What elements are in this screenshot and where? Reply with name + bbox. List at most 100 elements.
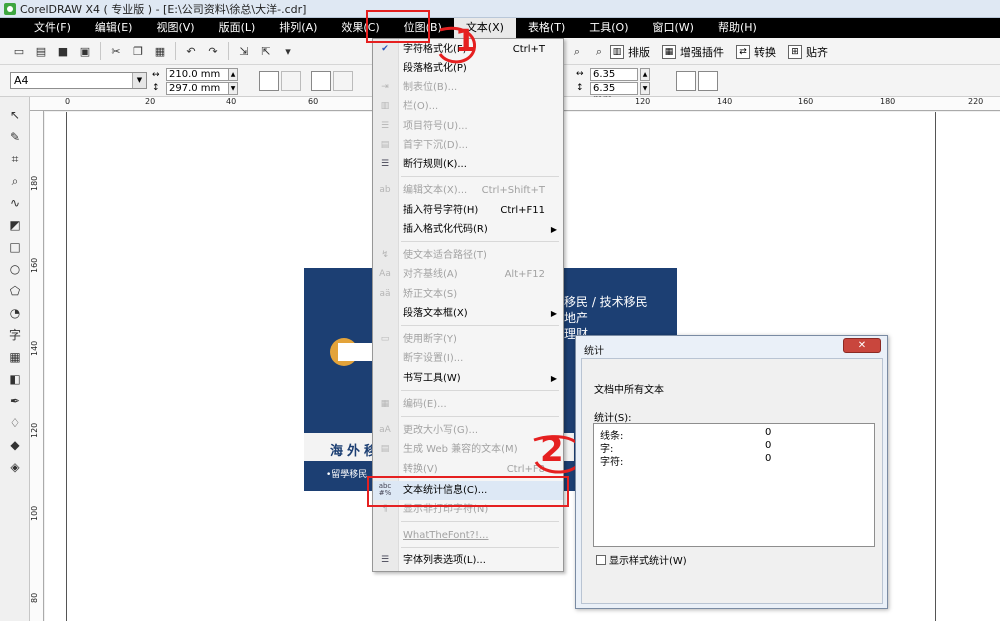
ruler-tick: 180 <box>880 97 896 106</box>
ruler-tick: 120 <box>635 97 651 106</box>
tab-icon: ⇥ <box>381 82 389 92</box>
redo-icon[interactable]: ↷ <box>205 43 221 59</box>
ellipse-tool-icon[interactable]: ○ <box>7 261 23 277</box>
statistics-label: 统计(S): <box>594 413 632 424</box>
duplicate-distance-y[interactable]: 6.35 mm <box>590 82 638 105</box>
menu-item-bullets[interactable]: ☰ 项目符号(U)... <box>373 117 563 136</box>
typesetting-icon: ▥ <box>610 44 624 59</box>
draw-objects-button[interactable] <box>698 71 718 91</box>
rectangle-tool-icon[interactable]: □ <box>7 239 23 255</box>
menu-item-font-list-options[interactable]: ☰ 字体列表选项(L)... <box>373 551 563 570</box>
menu-item-hyphenation-settings[interactable]: 断字设置(I)... <box>373 349 563 368</box>
eyedropper-icon[interactable]: ✒ <box>7 393 23 409</box>
menu-item-whatthefont[interactable]: WhatTheFont?!... <box>373 526 563 545</box>
export-icon[interactable]: ⇱ <box>258 43 274 59</box>
menu-table[interactable]: 表格(T) <box>516 18 577 38</box>
text-tool-icon[interactable]: 字 <box>7 327 23 343</box>
polygon-tool-icon[interactable]: ⬠ <box>7 283 23 299</box>
current-page-button[interactable] <box>333 71 353 91</box>
close-button[interactable]: ✕ <box>843 338 881 353</box>
crop-tool-icon[interactable]: ⌗ <box>7 151 23 167</box>
smart-fill-icon[interactable]: ◩ <box>7 217 23 233</box>
portrait-button[interactable] <box>259 71 279 91</box>
menu-item-straighten-text[interactable]: aä 矫正文本(S) <box>373 285 563 304</box>
new-document-icon[interactable]: ▭ <box>11 43 27 59</box>
convert-button[interactable]: ⇄ 转换 <box>736 44 776 60</box>
nudge-x-spinner[interactable]: ▲ <box>640 68 650 81</box>
ruler-tick: 180 <box>30 175 39 191</box>
copy-icon[interactable]: ❐ <box>130 43 146 59</box>
menu-item-use-hyphenation[interactable]: ▭ 使用断字(Y) <box>373 330 563 349</box>
title-bar: CorelDRAW X4 ( 专业版 ) - [E:\公司资料\徐总\大洋-.c… <box>0 0 1000 18</box>
freehand-tool-icon[interactable]: ∿ <box>7 195 23 211</box>
page-height-field[interactable]: 297.0 mm <box>166 82 236 95</box>
duplicate-distance-x[interactable]: 6.35 mm <box>590 68 638 91</box>
menu-item-line-break-rules[interactable]: ☰ 断行规则(K)... <box>373 155 563 174</box>
zoom-page-icon[interactable]: ⌕ <box>591 44 607 60</box>
app-launcher-icon[interactable]: ▾ <box>280 43 296 59</box>
menu-layout[interactable]: 版面(L) <box>207 18 268 38</box>
height-spinner[interactable]: ▼ <box>228 82 238 95</box>
treat-as-filled-button[interactable] <box>676 71 696 91</box>
fill-tool-icon[interactable]: ◆ <box>7 437 23 453</box>
menu-help[interactable]: 帮助(H) <box>706 18 769 38</box>
menu-arrange[interactable]: 排列(A) <box>267 18 329 38</box>
pick-tool-icon[interactable]: ↖ <box>7 107 23 123</box>
menu-edit[interactable]: 编辑(E) <box>83 18 145 38</box>
checkbox-box[interactable] <box>596 554 606 565</box>
open-folder-icon[interactable]: ▤ <box>33 43 49 59</box>
bullet-icon: ☰ <box>380 121 390 131</box>
snap-icon: ⊞ <box>788 44 802 59</box>
paste-icon[interactable]: ▦ <box>152 43 168 59</box>
statistics-dialog: 统计 ✕ 文档中所有文本 统计(S): 线条: 0 字: 0 字符: 0 显示样… <box>575 335 888 609</box>
table-tool-icon[interactable]: ▦ <box>7 349 23 365</box>
save-icon[interactable]: ■ <box>55 43 71 59</box>
enhance-plugin-button[interactable]: ▦ 增强插件 <box>662 44 724 60</box>
interactive-fill-icon[interactable]: ◈ <box>7 459 23 475</box>
nudge-y-spinner[interactable]: ▼ <box>640 82 650 95</box>
card-text-line2: 地产 <box>564 311 589 325</box>
page-width-field[interactable]: 210.0 mm <box>166 68 236 81</box>
zoom-tool-icon[interactable]: ⌕ <box>7 173 23 189</box>
menu-tools[interactable]: 工具(O) <box>577 18 640 38</box>
menu-item-columns[interactable]: ▥ 栏(O)... <box>373 97 563 116</box>
ruler-tick: 100 <box>30 505 39 521</box>
typesetting-button[interactable]: ▥ 排版 <box>610 44 650 60</box>
page-size-select[interactable]: A4 ▼ <box>10 72 147 89</box>
annotation-number-two: 2 <box>540 430 564 470</box>
menu-item-edit-text[interactable]: ab 编辑文本(X)... Ctrl+Shift+T <box>373 181 563 200</box>
outline-pen-icon[interactable]: ♢ <box>7 415 23 431</box>
menu-item-paragraph-text-frame[interactable]: 段落文本框(X) ▶ <box>373 304 563 323</box>
menu-item-tabs[interactable]: ⇥ 制表位(B)... <box>373 78 563 97</box>
menu-item-writing-tools[interactable]: 书写工具(W) ▶ <box>373 369 563 388</box>
show-style-stats-checkbox[interactable]: 显示样式统计(W) <box>596 552 687 567</box>
vertical-ruler[interactable]: 180 160 140 120 100 80 <box>30 111 44 621</box>
all-pages-button[interactable] <box>311 71 331 91</box>
zoom-icon[interactable]: ⌕ <box>569 44 585 60</box>
menu-item-insert-format-code[interactable]: 插入格式化代码(R) ▶ <box>373 220 563 239</box>
basic-shapes-icon[interactable]: ◔ <box>7 305 23 321</box>
import-icon[interactable]: ⇲ <box>236 43 252 59</box>
menu-item-fit-text-to-path[interactable]: ↯ 使文本适合路径(T) <box>373 246 563 265</box>
statistics-list[interactable]: 线条: 0 字: 0 字符: 0 <box>593 423 875 547</box>
menu-item-align-baseline[interactable]: Aa 对齐基线(A) Alt+F12 <box>373 265 563 284</box>
annotation-box-statistics <box>367 476 569 507</box>
cut-icon[interactable]: ✂ <box>108 43 124 59</box>
menu-item-insert-symbol[interactable]: 插入符号字符(H) Ctrl+F11 <box>373 201 563 220</box>
ruler-tick: 160 <box>798 97 814 106</box>
menu-view[interactable]: 视图(V) <box>144 18 206 38</box>
annotation-number-one: 1 <box>455 24 476 59</box>
shape-tool-icon[interactable]: ✎ <box>7 129 23 145</box>
interactive-blend-icon[interactable]: ◧ <box>7 371 23 387</box>
menu-file[interactable]: 文件(F) <box>22 18 83 38</box>
width-spinner[interactable]: ▲ <box>228 68 238 81</box>
menu-item-drop-cap[interactable]: ▤ 首字下沉(D)... <box>373 136 563 155</box>
snap-button[interactable]: ⊞ 贴齐 <box>788 44 828 60</box>
menu-item-encoding[interactable]: ▦ 编码(E)... <box>373 395 563 414</box>
undo-icon[interactable]: ↶ <box>183 43 199 59</box>
menu-window[interactable]: 窗口(W) <box>641 18 706 38</box>
landscape-button[interactable] <box>281 71 301 91</box>
print-icon[interactable]: ▣ <box>77 43 93 59</box>
columns-icon: ▥ <box>380 101 390 111</box>
menu-separator <box>401 176 559 177</box>
